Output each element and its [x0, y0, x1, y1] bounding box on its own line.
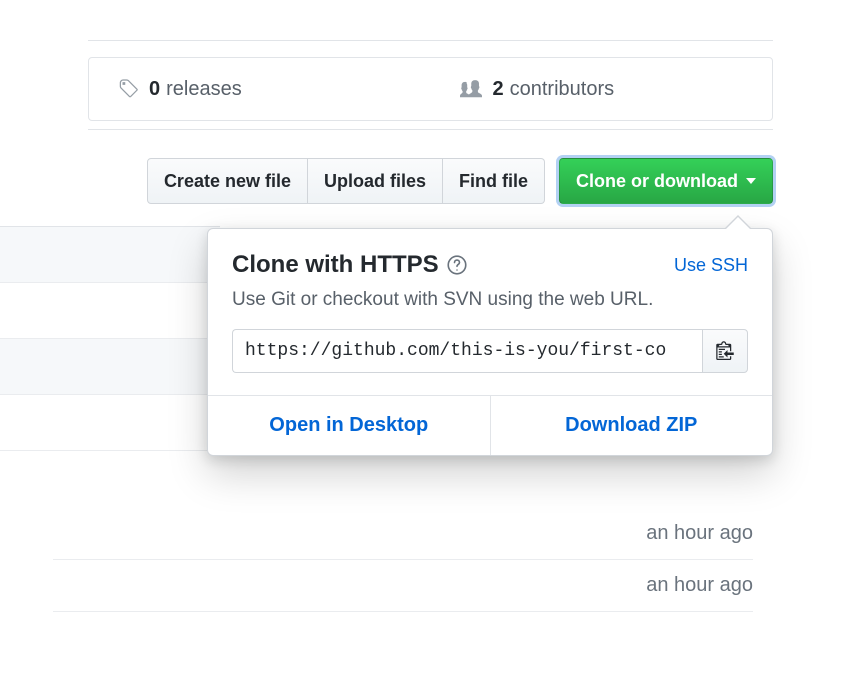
people-icon — [459, 78, 483, 100]
timestamp-column: an hour ago an hour ago — [53, 508, 753, 612]
clipboard-icon — [716, 340, 734, 363]
copy-url-button[interactable] — [702, 329, 748, 373]
tag-icon — [117, 78, 139, 100]
caret-down-icon — [746, 178, 756, 184]
clone-url-input[interactable] — [232, 329, 702, 373]
create-new-file-button[interactable]: Create new file — [147, 158, 308, 204]
clone-or-download-button[interactable]: Clone or download — [559, 158, 773, 204]
clone-or-download-label: Clone or download — [576, 171, 738, 192]
use-ssh-link[interactable]: Use SSH — [674, 255, 748, 276]
clone-description: Use Git or checkout with SVN using the w… — [232, 289, 748, 311]
clone-dropdown-title: Clone with HTTPS — [232, 251, 467, 279]
open-in-desktop-button[interactable]: Open in Desktop — [208, 396, 491, 455]
file-timestamp: an hour ago — [53, 560, 753, 612]
file-list-background — [0, 226, 220, 451]
upload-files-button[interactable]: Upload files — [308, 158, 443, 204]
releases-label: releases — [166, 78, 242, 101]
contributors-stat[interactable]: 2 contributors — [431, 78, 773, 101]
releases-count: 0 — [149, 78, 160, 101]
question-icon[interactable] — [447, 255, 467, 275]
contributors-label: contributors — [510, 78, 615, 101]
download-zip-button[interactable]: Download ZIP — [491, 396, 773, 455]
clone-dropdown: Clone with HTTPS Use SSH Use Git or chec… — [207, 228, 773, 456]
find-file-button[interactable]: Find file — [443, 158, 545, 204]
repo-stats-bar: 0 releases 2 contributors — [88, 57, 773, 121]
releases-stat[interactable]: 0 releases — [89, 78, 431, 101]
file-timestamp: an hour ago — [53, 508, 753, 560]
contributors-count: 2 — [493, 78, 504, 101]
file-action-row: Create new file Upload files Find file C… — [88, 158, 773, 204]
